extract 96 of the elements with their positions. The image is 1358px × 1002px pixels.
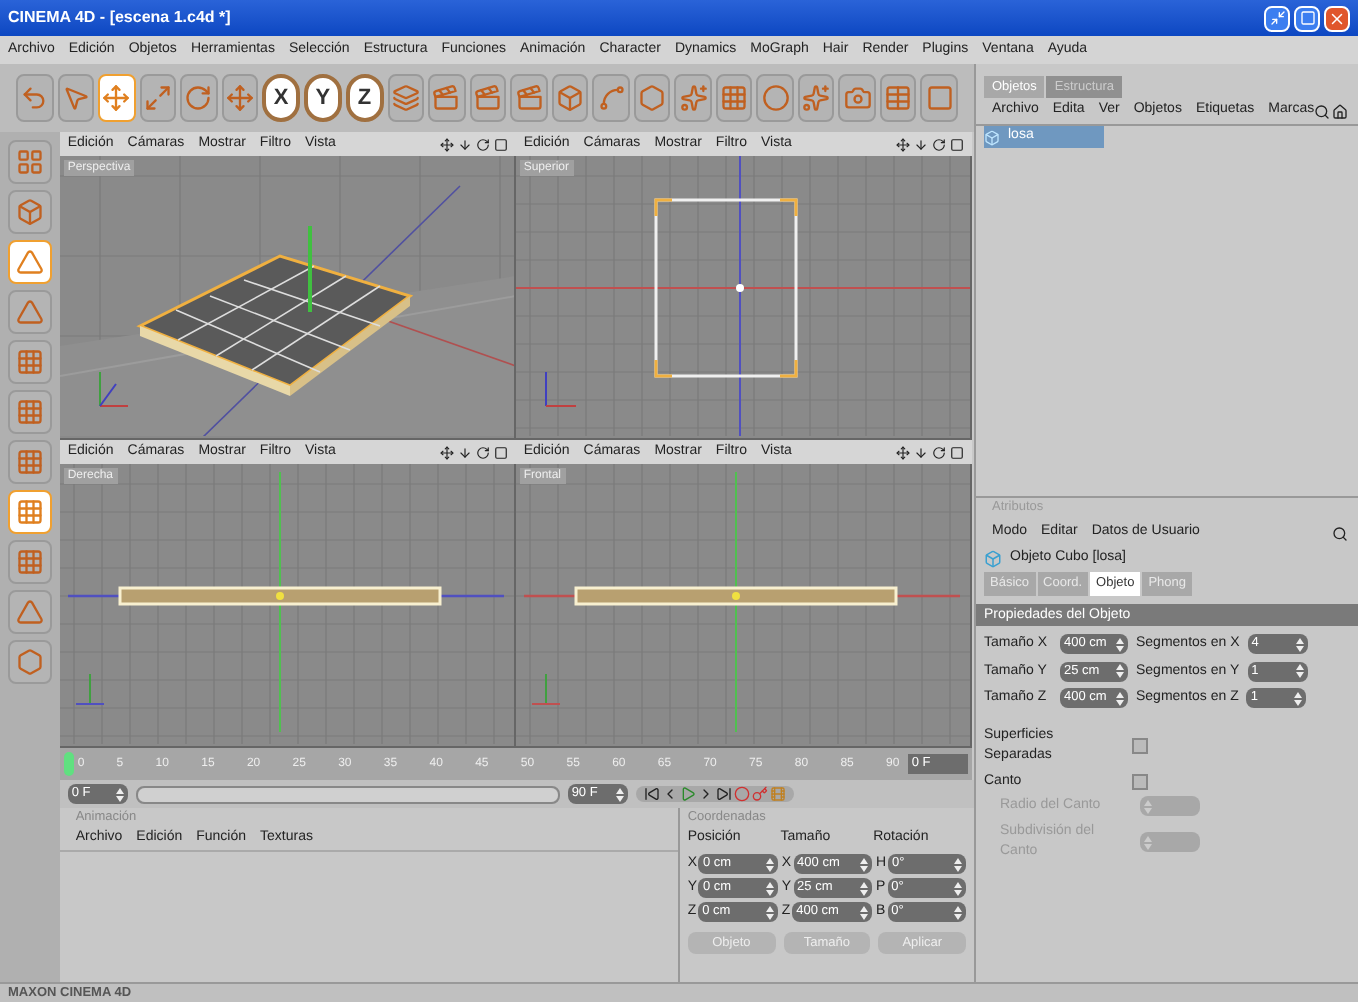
clapperboard-icon — [432, 84, 461, 112]
zoom-icon[interactable] — [913, 445, 928, 459]
move-icon — [102, 84, 131, 112]
rotate-icon[interactable] — [931, 445, 946, 459]
square-icon — [925, 84, 954, 112]
table-tool-button[interactable] — [879, 74, 917, 122]
spinner-icon[interactable] — [954, 905, 962, 919]
spinner-icon[interactable] — [1294, 691, 1303, 706]
undo-icon — [20, 84, 49, 112]
rotate-icon — [184, 84, 213, 112]
spinner-icon[interactable] — [1116, 637, 1124, 652]
search-icon[interactable] — [1332, 525, 1349, 541]
rotate-icon[interactable] — [475, 137, 490, 151]
table-icon — [884, 84, 913, 112]
zoom-icon[interactable] — [913, 137, 928, 151]
window-title: CINEMA 4D - [escena 1.c4d *] — [8, 6, 231, 30]
pan-icon[interactable] — [895, 445, 910, 459]
clapperboard-icon — [515, 84, 544, 112]
pan-icon[interactable] — [439, 445, 454, 459]
grid-icon — [15, 498, 44, 526]
hexagon-icon — [15, 648, 44, 676]
maximize-icon[interactable] — [949, 445, 964, 459]
grid-icon — [15, 348, 44, 376]
select-tool-button[interactable] — [57, 74, 95, 122]
spinner-icon[interactable] — [954, 881, 962, 895]
pan-icon[interactable] — [439, 137, 454, 151]
hexagon-icon — [638, 84, 667, 112]
spinner-icon[interactable] — [115, 787, 124, 801]
timeline-slider[interactable] — [137, 787, 558, 801]
layout-icon — [15, 148, 44, 176]
maximize-icon[interactable] — [493, 445, 508, 459]
grid-tool-button[interactable] — [7, 490, 52, 534]
pan-icon[interactable] — [895, 137, 910, 151]
grid-icon — [15, 548, 44, 576]
skip-forward-icon[interactable] — [715, 786, 732, 802]
spinner-icon[interactable] — [859, 905, 868, 919]
grid-icon — [15, 398, 44, 426]
move-tool-button[interactable] — [98, 74, 136, 122]
spinner-icon[interactable] — [1295, 664, 1304, 679]
spinner-icon[interactable] — [859, 881, 868, 895]
axis-lock-button[interactable]: X — [262, 74, 300, 122]
grid-icon — [720, 84, 749, 112]
move-icon — [225, 84, 254, 112]
axis-lock-button[interactable]: Z — [345, 74, 384, 122]
minimize-button[interactable] — [1264, 5, 1290, 31]
spinner-icon[interactable] — [765, 905, 774, 919]
close-button[interactable] — [1324, 5, 1350, 31]
scale-tool-button[interactable] — [139, 74, 177, 122]
circle-icon — [761, 84, 790, 112]
scale-icon — [143, 84, 172, 112]
number-field[interactable] — [1140, 832, 1200, 852]
layers-icon — [391, 84, 420, 112]
sparkles-icon — [802, 84, 831, 112]
skip-back-icon[interactable] — [643, 786, 660, 802]
spline-icon — [597, 84, 626, 112]
rotate-icon[interactable] — [931, 137, 946, 151]
close-icon — [1328, 9, 1346, 27]
checkbox[interactable] — [1132, 773, 1148, 790]
sparkles-icon — [679, 84, 708, 112]
spinner-icon[interactable] — [1116, 664, 1124, 679]
cube-icon — [984, 550, 1002, 568]
clapperboard-icon — [474, 84, 502, 112]
spinner-icon[interactable] — [765, 881, 774, 895]
cube-tool-button[interactable] — [551, 74, 589, 122]
render-tool-button[interactable] — [510, 74, 548, 122]
spinner-icon[interactable] — [954, 857, 962, 871]
search-icon[interactable] — [1314, 103, 1331, 119]
rotate-icon[interactable] — [475, 445, 490, 459]
maximize-icon — [1299, 10, 1315, 26]
axis-lock-button[interactable]: Y — [303, 74, 342, 122]
render-tool-button[interactable] — [469, 74, 507, 122]
camera-icon — [843, 84, 872, 112]
cube-icon — [15, 198, 44, 226]
cube-icon — [984, 129, 1000, 145]
grid-icon — [15, 448, 44, 476]
spline-tool-button[interactable] — [592, 74, 630, 122]
maximize-icon[interactable] — [493, 137, 508, 151]
undo-tool-button[interactable] — [16, 74, 54, 122]
home-icon[interactable] — [1332, 103, 1349, 119]
camera-tool-button[interactable] — [838, 74, 876, 122]
cube-icon — [556, 84, 585, 112]
checkbox[interactable] — [1132, 738, 1148, 754]
zoom-icon[interactable] — [457, 445, 472, 459]
spinner-icon[interactable] — [765, 857, 774, 871]
number-field[interactable] — [1140, 796, 1200, 817]
maximize-icon[interactable] — [949, 137, 964, 151]
spinner-icon[interactable] — [1295, 637, 1304, 652]
spinner-icon[interactable] — [615, 787, 624, 801]
spinner-icon[interactable] — [859, 857, 868, 871]
pointer-icon — [61, 84, 90, 112]
minimize-icon — [1269, 10, 1285, 26]
zoom-icon[interactable] — [457, 137, 472, 151]
rotate-tool-button[interactable] — [180, 74, 218, 122]
spinner-icon[interactable] — [1116, 691, 1124, 706]
maximize-button[interactable] — [1294, 5, 1320, 31]
render-tool-button[interactable] — [428, 74, 466, 122]
